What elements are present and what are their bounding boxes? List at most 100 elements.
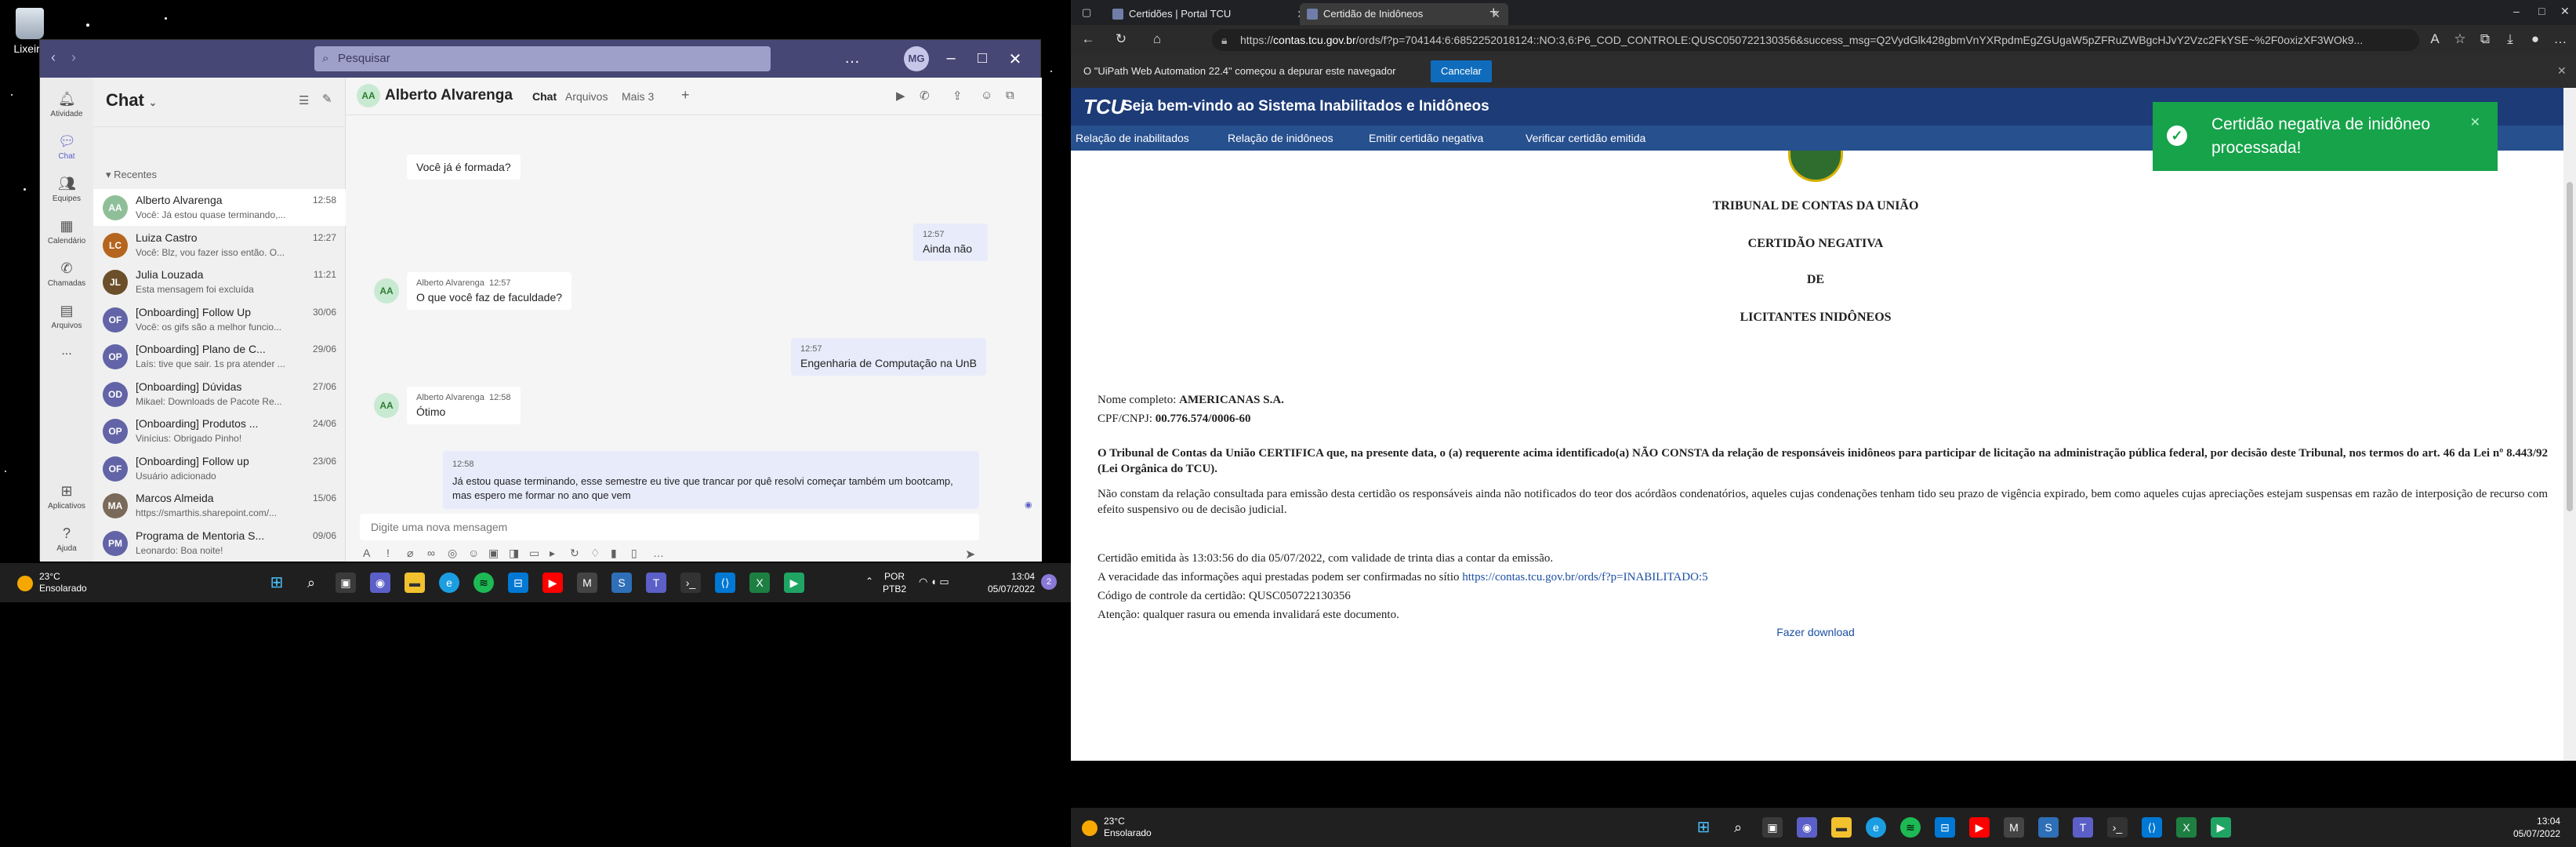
teams-icon[interactable]: T [646, 573, 666, 593]
app-help[interactable]: ? Ajuda [40, 525, 93, 553]
youtube-icon[interactable]: ▶ [1969, 817, 1990, 838]
downloads-icon[interactable]: ⤓ [2501, 31, 2520, 47]
page-scrollbar[interactable] [2563, 88, 2576, 761]
loop-icon[interactable]: ◎ [448, 547, 457, 560]
uipath-studio-icon[interactable]: S [611, 573, 632, 593]
spotify-icon[interactable]: ≋ [473, 573, 494, 593]
app-chat[interactable]: 💬︎ Chat [40, 133, 93, 161]
spotify-icon[interactable]: ≋ [1900, 817, 1921, 838]
chat-list-item[interactable]: OP [Onboarding] Plano de C... Laís: tive q… [93, 338, 346, 375]
terminal-icon[interactable]: ›_ [2107, 817, 2128, 838]
store-icon[interactable]: ⊟ [1935, 817, 1955, 838]
refresh-icon[interactable]: ↻ [1112, 31, 1130, 47]
tray-chevron-icon[interactable]: ⌃ [865, 576, 873, 587]
task-view-icon[interactable]: ▣ [336, 573, 356, 593]
task-view-icon[interactable]: ▣ [1762, 817, 1783, 838]
nav-verificar-certidao[interactable]: Verificar certidão emitida [1526, 132, 1645, 144]
attach-icon[interactable]: ⌀ [407, 547, 413, 560]
teams-search-input[interactable]: ⌕ Pesquisar [314, 46, 771, 71]
share-screen-icon[interactable]: ⇪ [952, 89, 963, 103]
schedule-icon[interactable]: ▸ [550, 547, 555, 560]
teams-chat-icon[interactable]: ◉ [1797, 817, 1817, 838]
teams-chat-icon[interactable]: ◉ [370, 573, 390, 593]
filter-icon[interactable]: ☰ [299, 93, 309, 107]
maximize-button[interactable]: □ [973, 49, 992, 67]
browser-tab-inidoneos[interactable]: Certidão de Inidôneos ✕ [1300, 3, 1508, 25]
app-more[interactable]: ... [40, 344, 93, 358]
tab-more[interactable]: Mais 3 [622, 90, 654, 103]
send-icon[interactable]: ➤ [965, 547, 975, 562]
vscode-icon[interactable]: ⟨⟩ [715, 573, 735, 593]
verification-link[interactable]: https://contas.tcu.gov.br/ords/f?p=INABI… [1462, 571, 1707, 583]
notification-badge[interactable]: 2 [1041, 574, 1057, 590]
wifi-icon[interactable]: ◠ ◖ ▭ [919, 576, 949, 588]
close-button[interactable]: ✕ [2560, 5, 2570, 18]
app-m-icon[interactable]: M [2004, 817, 2024, 838]
chat-list-item[interactable]: OF [Onboarding] Follow Up Você: os gifs sã… [93, 301, 346, 338]
sticker-icon[interactable]: ◨ [509, 547, 519, 560]
app-calls[interactable]: ✆ Chamadas [40, 260, 93, 288]
tab-files[interactable]: Arquivos [565, 90, 608, 103]
app-teams[interactable]: 👥︎ Equipes [40, 175, 93, 203]
nav-inabilitados[interactable]: Relação de inabilitados [1076, 132, 1189, 144]
start-icon[interactable]: ⊞ [267, 573, 287, 593]
tcu-logo[interactable]: TCU [1083, 95, 1125, 119]
recent-section-label[interactable]: ▾ Recentes [106, 169, 157, 181]
loop-component-icon[interactable]: ↻ [570, 547, 579, 560]
gif-icon[interactable]: ▣ [488, 547, 499, 560]
chat-list-title[interactable]: Chat ⌄ [106, 90, 157, 111]
teams-icon[interactable]: T [2073, 817, 2093, 838]
add-tab-icon[interactable]: + [681, 87, 690, 104]
cancel-debug-button[interactable]: Cancelar [1431, 60, 1492, 82]
edge-icon[interactable]: e [439, 573, 459, 593]
settings-more-icon[interactable]: … [2551, 31, 2570, 47]
compose-message-input[interactable]: Digite uma nova mensagem [360, 514, 979, 540]
app-apps[interactable]: ⊞ Aplicativos [40, 482, 93, 511]
contact-avatar[interactable]: AA [357, 84, 380, 107]
search-icon[interactable]: ⌕ [301, 573, 321, 593]
back-arrow-icon[interactable]: ‹ [51, 49, 56, 66]
tab-chat[interactable]: Chat [532, 90, 557, 103]
chat-list-item[interactable]: LC Luiza Castro Você: Blz, vou fazer isso … [93, 227, 346, 264]
chat-list-item[interactable]: AA Alberto Alvarenga Você: Já estou quase … [93, 189, 346, 226]
project-icon[interactable]: ▶ [784, 573, 804, 593]
minimize-button[interactable]: – [2513, 5, 2520, 17]
meet-icon[interactable]: ▭ [529, 547, 539, 560]
more-options-icon[interactable]: … [843, 49, 862, 67]
favorites-star-icon[interactable]: ☆ [2451, 31, 2469, 47]
app-files[interactable]: ▤ Arquivos [40, 302, 93, 330]
chat-list-item[interactable]: MA Marcos Almeida https://smarthis.sharepo… [93, 487, 346, 524]
nav-emitir-certidao[interactable]: Emitir certidão negativa [1369, 132, 1483, 144]
audio-call-icon[interactable]: ✆ [920, 89, 930, 103]
chat-list-item[interactable]: OD [Onboarding] Dúvidas Mikael: Downloads … [93, 376, 346, 413]
video-call-icon[interactable]: ▶ [896, 89, 905, 103]
more-tools-icon[interactable]: … [653, 547, 664, 559]
new-tab-icon[interactable]: + [1489, 4, 1498, 20]
app-calendar[interactable]: ▦ Calendário [40, 217, 93, 245]
weather-widget[interactable]: 23°C Ensolarado [1082, 816, 1152, 839]
tab-actions-icon[interactable]: ▢ [1082, 6, 1091, 19]
file-explorer-icon[interactable]: ▬ [405, 573, 425, 593]
minimize-button[interactable]: – [942, 49, 960, 67]
home-icon[interactable]: ⌂ [1148, 31, 1166, 47]
close-infobar-icon[interactable]: ✕ [2557, 64, 2567, 78]
app-activity[interactable]: 🔔︎ Atividade [40, 90, 93, 118]
maximize-button[interactable]: □ [2538, 5, 2545, 17]
chat-list-item[interactable]: OF [Onboarding] Follow up Usuário adiciona… [93, 450, 346, 487]
app-m-icon[interactable]: M [577, 573, 597, 593]
clock[interactable]: 13:04 05/07/2022 [988, 570, 1035, 595]
address-bar[interactable]: 🔒︎ https://contas.tcu.gov.br/ords/f?p=70… [1212, 29, 2419, 51]
forward-arrow-icon[interactable]: › [71, 49, 76, 66]
project-icon[interactable]: ▶ [2211, 817, 2231, 838]
youtube-icon[interactable]: ▶ [542, 573, 563, 593]
excel-icon[interactable]: X [2176, 817, 2197, 838]
clock[interactable]: 13:04 05/07/2022 [2513, 815, 2560, 840]
file-explorer-icon[interactable]: ▬ [1831, 817, 1852, 838]
weather-widget[interactable]: 23°C Ensolarado [17, 571, 87, 594]
read-aloud-icon[interactable]: A [2425, 31, 2444, 47]
people-icon[interactable]: ☺ [981, 89, 992, 102]
uipath-studio-icon[interactable]: S [2038, 817, 2059, 838]
user-avatar[interactable]: MG [904, 46, 929, 71]
profile-icon[interactable]: ● [2526, 31, 2545, 47]
emoji-icon[interactable]: ☺ [468, 547, 479, 559]
